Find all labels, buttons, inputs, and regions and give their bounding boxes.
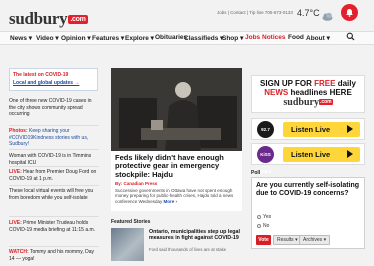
covid-latest-box: The latest on COVID-19 Local and global … (9, 68, 98, 91)
nav-opinion[interactable]: Opinion ▾ (61, 34, 91, 42)
divider (9, 125, 99, 126)
site-logo[interactable]: sudbury .com (9, 9, 88, 29)
radio-rock-logo: 92.7 ROCK (257, 121, 274, 149)
nav-features[interactable]: Features ▾ (92, 34, 124, 42)
divider (9, 185, 99, 186)
chevron-down-icon: ▾ (295, 237, 298, 243)
left-story-3[interactable]: Woman with COVID-19 is in Timmins hospit… (9, 153, 99, 166)
chevron-down-icon: ▾ (323, 237, 327, 243)
play-icon (347, 150, 353, 158)
search-icon[interactable] (346, 32, 355, 43)
nav-classifieds[interactable]: Classifieds ▾ (184, 34, 223, 42)
hero-byline: By: Canadian Press (115, 180, 158, 186)
radio-icon (257, 214, 261, 219)
nav-jobs[interactable]: Jobs (245, 34, 260, 41)
vote-button[interactable]: Vote (256, 235, 271, 245)
radio-icon (257, 223, 261, 228)
chevron-down-icon: ▾ (28, 35, 33, 42)
results-button[interactable]: Results ▾ (273, 235, 302, 245)
listen-live-button[interactable]: Listen Live (283, 122, 360, 137)
hero-title[interactable]: Feds likely didn't have enough protectiv… (115, 153, 238, 179)
listen-live-button[interactable]: Listen Live (283, 147, 360, 162)
divider (9, 246, 99, 247)
nav-notices[interactable]: Notices (262, 34, 285, 41)
play-icon (347, 125, 353, 133)
weather-temperature[interactable]: 4.7°C (297, 8, 320, 18)
nav-about[interactable]: About ▾ (306, 34, 330, 42)
alert-button[interactable] (341, 4, 358, 21)
left-story-4[interactable]: LIVE: Hear from Premier Doug Ford on COV… (9, 169, 99, 182)
latest-link[interactable]: Local and global updates → (13, 80, 94, 86)
divider (9, 216, 99, 217)
featured-stories-label: Featured Stories (111, 219, 151, 225)
main-nav: News ▾ Video ▾ Opinion ▾ Features ▾ Expl… (0, 31, 374, 45)
cloud-icon (322, 8, 333, 21)
poll-question: Are you currently self-isolating due to … (256, 182, 360, 197)
chevron-down-icon: ▾ (55, 35, 59, 42)
logo-dotcom: .com (68, 15, 88, 24)
featured-story-title[interactable]: Ontario, municipalities step up legal me… (149, 229, 243, 241)
nav-video[interactable]: Video ▾ (36, 34, 59, 42)
divider (9, 166, 99, 167)
newsletter-signup-banner[interactable]: SIGN UP FOR FREE daily NEWS headlines HE… (251, 75, 365, 113)
left-story-5[interactable]: These local virtual events will free you… (9, 188, 99, 201)
chevron-down-icon: ▾ (150, 35, 154, 42)
radio-kiss-logo: KiSS 105.3 (257, 146, 274, 174)
divider (9, 149, 99, 150)
top-links[interactable]: Jobs | Contact | Tip line 705-673-0133 (217, 10, 293, 15)
featured-story-image[interactable] (111, 228, 144, 261)
latest-title: The latest on COVID-19 (13, 72, 69, 78)
left-story-1[interactable]: One of three new COVID-19 cases in the c… (9, 98, 99, 118)
nav-food[interactable]: Food (288, 34, 304, 41)
left-story-2[interactable]: Photos: Keep sharing your #COVID19Kindne… (9, 128, 99, 148)
poll-label: Poll (251, 170, 261, 176)
more-link[interactable]: More › (163, 199, 177, 204)
nav-news[interactable]: News ▾ (10, 34, 32, 42)
nav-obituaries[interactable]: Obituaries (155, 34, 187, 41)
chevron-down-icon: ▾ (120, 35, 125, 42)
poll-option-no[interactable]: No (257, 223, 269, 229)
radio-kiss-card: KiSS 105.3 Listen Live (251, 143, 365, 174)
chevron-down-icon: ▾ (87, 35, 91, 42)
hero-image[interactable] (111, 68, 242, 151)
left-story-7[interactable]: WATCH: Tommy and his mommy, Day 14 — yog… (9, 249, 99, 262)
chevron-down-icon: ▾ (326, 35, 330, 42)
featured-story-subtitle: Ford said thousands of lives are at stak… (149, 247, 227, 252)
radio-rock-card: 92.7 ROCK Listen Live (251, 118, 365, 149)
nav-explore[interactable]: Explore ▾ (125, 34, 154, 42)
hero-caption[interactable]: Feds likely didn't have enough protectiv… (111, 151, 242, 211)
left-story-6[interactable]: LIVE: Prime Minister Trudeau holds COVID… (9, 220, 99, 233)
chevron-right-icon: › (175, 198, 178, 204)
chevron-down-icon: ▾ (240, 35, 244, 42)
nav-shop[interactable]: Shop ▾ (222, 34, 243, 42)
archives-button[interactable]: Archives ▾ (299, 235, 331, 245)
poll-option-yes[interactable]: Yes (257, 214, 271, 220)
hero-summary: Successive governments in Ottawa have no… (115, 187, 234, 204)
